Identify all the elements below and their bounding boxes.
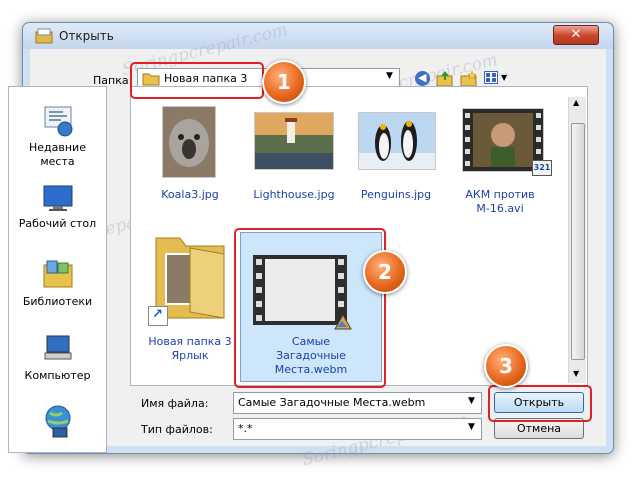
- highlight-folder-select: [130, 62, 264, 99]
- filetype-value: *.*: [238, 422, 253, 435]
- up-folder-icon[interactable]: [436, 70, 454, 87]
- sidebar-item-label: места: [40, 155, 75, 168]
- chevron-down-icon: ▼: [386, 71, 393, 81]
- scroll-up-icon[interactable]: ▲: [573, 98, 579, 107]
- file-item-lighthouse[interactable]: Lighthouse.jpg: [244, 96, 344, 206]
- file-item-akm-video[interactable]: 321 АКМ против M-16.avi: [446, 96, 556, 236]
- highlight-open-button: [488, 385, 592, 422]
- shortcut-arrow-icon: ↗: [148, 306, 168, 326]
- scroll-down-icon[interactable]: ▼: [573, 369, 579, 378]
- view-menu-button[interactable]: ▼: [484, 70, 510, 87]
- file-item-label: АКМ против: [465, 188, 535, 201]
- new-folder-icon[interactable]: [460, 70, 478, 87]
- file-item-koala[interactable]: Koala3.jpg: [140, 96, 240, 206]
- view-grid-icon: [484, 71, 498, 84]
- sidebar-item-label: Библиотеки: [22, 295, 93, 308]
- koala-thumbnail: [162, 106, 216, 178]
- sidebar-item-computer[interactable]: Компьютер: [9, 333, 106, 383]
- sidebar-item-desktop[interactable]: Рабочий стол: [9, 183, 106, 231]
- scrollbar-thumb[interactable]: [571, 123, 585, 360]
- chevron-down-icon: ▼: [468, 396, 475, 406]
- network-icon: [45, 405, 70, 438]
- sidebar-item-libraries[interactable]: Библиотеки: [9, 257, 106, 309]
- filetype-label: Тип файлов:: [141, 423, 213, 436]
- penguins-thumbnail: [358, 112, 436, 170]
- file-item-folder-shortcut[interactable]: ↗ Новая папка 3 Ярлык: [140, 222, 240, 362]
- chevron-down-icon: ▼: [468, 422, 475, 432]
- file-item-label: Koala3.jpg: [161, 188, 219, 201]
- file-item-label: Lighthouse.jpg: [253, 188, 335, 201]
- title-bar: Открыть ✕: [23, 23, 613, 49]
- sidebar-item-network[interactable]: [9, 403, 106, 443]
- filename-value: Самые Загадочные Места.webm: [238, 396, 426, 409]
- step-badge-2: 2: [363, 250, 407, 294]
- file-item-label: M-16.avi: [476, 202, 524, 215]
- sidebar-item-recent[interactable]: Недавние места: [9, 105, 106, 169]
- back-icon[interactable]: ◀: [415, 71, 430, 86]
- lighthouse-thumbnail: [254, 112, 334, 170]
- filetype-select[interactable]: *.* ▼: [233, 418, 482, 440]
- file-item-label: Ярлык: [171, 349, 209, 362]
- file-item-label: Penguins.jpg: [360, 188, 432, 201]
- libraries-icon: [43, 260, 72, 288]
- sidebar-item-label: Рабочий стол: [18, 217, 97, 230]
- player-badge: 321: [532, 160, 552, 176]
- close-button[interactable]: ✕: [553, 25, 599, 45]
- places-sidebar: Недавние места Рабочий стол Библиотеки К…: [8, 86, 107, 453]
- filename-label: Имя файла:: [141, 397, 209, 410]
- vertical-scrollbar[interactable]: ▲ ▼: [568, 97, 586, 383]
- file-item-label: Новая папка 3: [148, 335, 232, 348]
- window-title: Открыть: [59, 29, 114, 43]
- open-folder-icon: [35, 28, 53, 44]
- recent-places-icon: [44, 106, 72, 137]
- step-badge-1: 1: [262, 60, 306, 104]
- desktop-icon: [43, 185, 72, 211]
- file-item-penguins[interactable]: Penguins.jpg: [346, 96, 446, 206]
- step-badge-3: 3: [484, 344, 528, 388]
- computer-icon: [44, 335, 71, 360]
- chevron-down-icon: ▼: [501, 73, 508, 82]
- sidebar-item-label: Недавние: [29, 141, 86, 154]
- filename-input[interactable]: Самые Загадочные Места.webm ▼: [233, 392, 482, 414]
- highlight-selected-file: [234, 228, 386, 388]
- sidebar-item-label: Компьютер: [24, 369, 91, 382]
